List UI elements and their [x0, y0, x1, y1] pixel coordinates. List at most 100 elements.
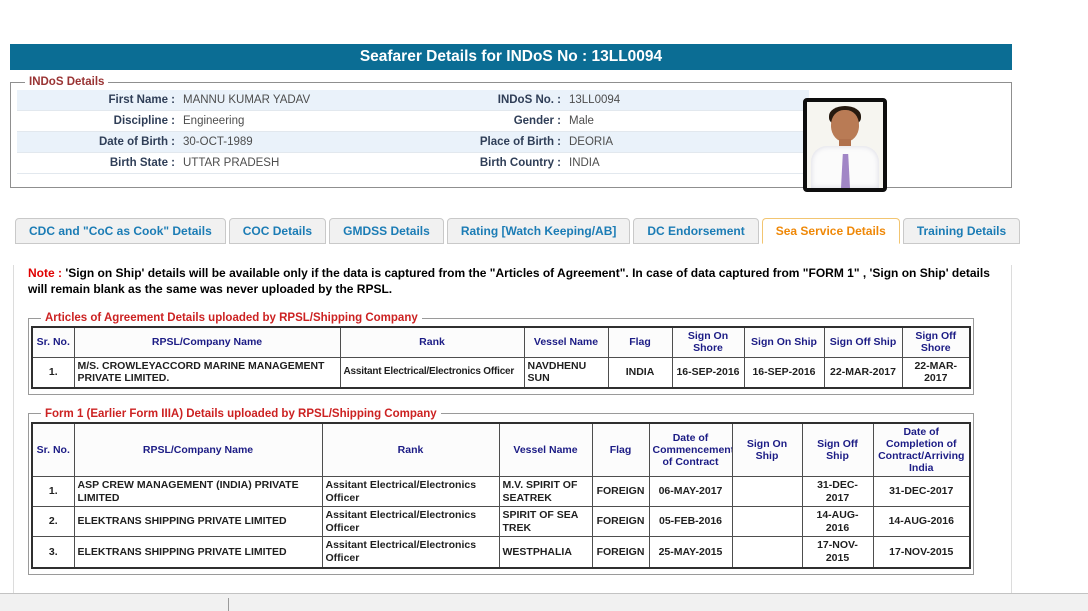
form1-table: Sr. No. RPSL/Company Name Rank Vessel Na… — [31, 422, 971, 569]
cell-flag: FOREIGN — [592, 537, 649, 568]
cell-date-of-commencement: 06-MAY-2017 — [649, 476, 732, 506]
header-sign-on-ship: Sign On Ship — [744, 327, 824, 357]
cell-sign-off-ship: 31-DEC-2017 — [802, 476, 873, 506]
header-flag: Flag — [608, 327, 672, 357]
header-sign-off-ship: Sign Off Ship — [824, 327, 902, 357]
note-text: 'Sign on Ship' details will be available… — [28, 266, 990, 296]
indos-details-legend: INDoS Details — [25, 76, 108, 88]
form1-fieldset: Form 1 (Earlier Form IIIA) Details uploa… — [28, 408, 974, 575]
indos-details-fieldset: INDoS Details First Name : MANNU KUMAR Y… — [10, 76, 1012, 188]
table-row: 1. ASP CREW MANAGEMENT (INDIA) PRIVATE L… — [32, 476, 970, 506]
tab-training-details[interactable]: Training Details — [903, 218, 1020, 244]
articles-of-agreement-fieldset: Articles of Agreement Details uploaded b… — [28, 312, 974, 394]
field-label-date-of-birth: Date of Birth : — [17, 132, 175, 152]
header-date-of-completion: Date of Completion of Contract/Arriving … — [873, 423, 970, 477]
table-row: 2. ELEKTRANS SHIPPING PRIVATE LIMITED As… — [32, 507, 970, 537]
cell-company: ELEKTRANS SHIPPING PRIVATE LIMITED — [74, 507, 322, 537]
header-vessel-name: Vessel Name — [524, 327, 608, 357]
cell-sign-on-ship — [732, 507, 802, 537]
cell-rank: Assitant Electrical/Electronics Officer — [322, 537, 499, 568]
tab-cdc-coc-as-cook-details[interactable]: CDC and "CoC as Cook" Details — [15, 218, 226, 244]
cell-flag: FOREIGN — [592, 476, 649, 506]
seafarer-details-page: Seafarer Details for INDoS No : 13LL0094… — [0, 0, 1088, 611]
page-title: Seafarer Details for INDoS No : 13LL0094 — [360, 48, 662, 65]
cell-company: ELEKTRANS SHIPPING PRIVATE LIMITED — [74, 537, 322, 568]
cell-sr-no: 3. — [32, 537, 74, 568]
photo-face — [831, 110, 859, 142]
cell-date-of-completion: 17-NOV-2015 — [873, 537, 970, 568]
header-sr-no: Sr. No. — [32, 327, 74, 357]
sea-service-tab-panel: Note : 'Sign on Ship' details will be av… — [13, 265, 1012, 611]
table-row: 1. M/S. CROWLEYACCORD MARINE MANAGEMENT … — [32, 357, 970, 388]
cell-sr-no: 2. — [32, 507, 74, 537]
cell-sr-no: 1. — [32, 476, 74, 506]
table-row: 3. ELEKTRANS SHIPPING PRIVATE LIMITED As… — [32, 537, 970, 568]
cell-flag: FOREIGN — [592, 507, 649, 537]
header-date-of-commencement: Date of Commencement of Contract — [649, 423, 732, 477]
field-label-birth-country: Birth Country : — [461, 153, 561, 173]
page-content: Seafarer Details for INDoS No : 13LL0094… — [10, 44, 1012, 611]
tab-coc-details[interactable]: COC Details — [229, 218, 326, 244]
cell-company: M/S. CROWLEYACCORD MARINE MANAGEMENT PRI… — [74, 357, 340, 388]
cell-rank: Assitant Electrical/Electronics Officer — [322, 507, 499, 537]
indos-details-grid: First Name : MANNU KUMAR YADAV INDoS No.… — [17, 90, 809, 174]
cell-rank: Assitant Electrical/Electronics Officer — [340, 357, 524, 388]
field-value-indos-no: 13LL0094 — [561, 90, 809, 110]
cell-sign-off-ship: 14-AUG-2016 — [802, 507, 873, 537]
detail-row: Discipline : Engineering Gender : Male — [17, 111, 809, 132]
header-rank: Rank — [322, 423, 499, 477]
cell-date-of-commencement: 05-FEB-2016 — [649, 507, 732, 537]
field-value-birth-country: INDIA — [561, 153, 809, 173]
header-vessel-name: Vessel Name — [499, 423, 592, 477]
tab-dc-endorsement[interactable]: DC Endorsement — [633, 218, 758, 244]
field-label-discipline: Discipline : — [17, 111, 175, 131]
field-label-indos-no: INDoS No. : — [461, 90, 561, 110]
cell-vessel: WESTPHALIA — [499, 537, 592, 568]
table-header-row: Sr. No. RPSL/Company Name Rank Vessel Na… — [32, 327, 970, 357]
cell-flag: INDIA — [608, 357, 672, 388]
detail-row: Birth State : UTTAR PRADESH Birth Countr… — [17, 153, 809, 174]
field-value-date-of-birth: 30-OCT-1989 — [175, 132, 461, 152]
cell-sign-on-ship — [732, 537, 802, 568]
cell-sign-on-ship — [732, 476, 802, 506]
cell-company: ASP CREW MANAGEMENT (INDIA) PRIVATE LIMI… — [74, 476, 322, 506]
header-sign-off-shore: Sign Off Shore — [902, 327, 970, 357]
cell-rank: Assitant Electrical/Electronics Officer — [322, 476, 499, 506]
articles-of-agreement-table: Sr. No. RPSL/Company Name Rank Vessel Na… — [31, 326, 971, 388]
cell-vessel: M.V. SPIRIT OF SEATREK — [499, 476, 592, 506]
header-sr-no: Sr. No. — [32, 423, 74, 477]
header-rpsl-company-name: RPSL/Company Name — [74, 423, 322, 477]
tab-rating-watch-keeping-ab[interactable]: Rating [Watch Keeping/AB] — [447, 218, 631, 244]
field-value-place-of-birth: DEORIA — [561, 132, 809, 152]
cell-sign-on-ship: 16-SEP-2016 — [744, 357, 824, 388]
cell-vessel: SPIRIT OF SEA TREK — [499, 507, 592, 537]
tab-gmdss-details[interactable]: GMDSS Details — [329, 218, 444, 244]
horizontal-scrollbar-track[interactable] — [0, 593, 1088, 611]
cell-sign-off-ship: 17-NOV-2015 — [802, 537, 873, 568]
field-value-first-name: MANNU KUMAR YADAV — [175, 90, 461, 110]
cell-date-of-completion: 31-DEC-2017 — [873, 476, 970, 506]
header-flag: Flag — [592, 423, 649, 477]
field-label-birth-state: Birth State : — [17, 153, 175, 173]
field-value-birth-state: UTTAR PRADESH — [175, 153, 461, 173]
tab-sea-service-details[interactable]: Sea Service Details — [762, 218, 900, 244]
detail-row: Date of Birth : 30-OCT-1989 Place of Bir… — [17, 132, 809, 153]
cell-sign-off-shore: 22-MAR-2017 — [902, 357, 970, 388]
cell-sr-no: 1. — [32, 357, 74, 388]
seafarer-photo — [803, 98, 887, 192]
header-rpsl-company-name: RPSL/Company Name — [74, 327, 340, 357]
title-bar: Seafarer Details for INDoS No : 13LL0094 — [10, 44, 1012, 70]
header-sign-on-ship: Sign On Ship — [732, 423, 802, 477]
articles-of-agreement-legend: Articles of Agreement Details uploaded b… — [41, 312, 422, 324]
field-label-first-name: First Name : — [17, 90, 175, 110]
header-sign-off-ship: Sign Off Ship — [802, 423, 873, 477]
frame-divider — [228, 598, 229, 611]
detail-row: First Name : MANNU KUMAR YADAV INDoS No.… — [17, 90, 809, 111]
field-label-place-of-birth: Place of Birth : — [461, 132, 561, 152]
cell-vessel: NAVDHENU SUN — [524, 357, 608, 388]
cell-date-of-commencement: 25-MAY-2015 — [649, 537, 732, 568]
field-value-discipline: Engineering — [175, 111, 461, 131]
tab-bar: CDC and "CoC as Cook" DetailsCOC Details… — [10, 218, 1012, 244]
header-rank: Rank — [340, 327, 524, 357]
field-label-gender: Gender : — [461, 111, 561, 131]
